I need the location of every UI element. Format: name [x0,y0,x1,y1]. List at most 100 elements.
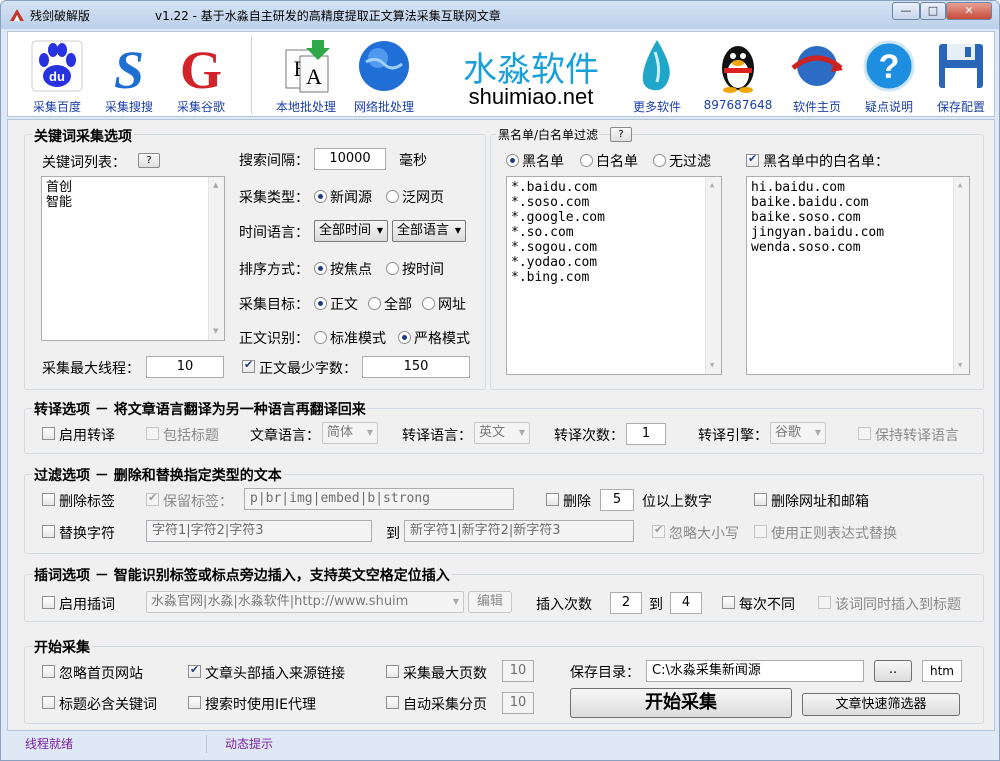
to-lang-label: 转译语言： [402,428,472,444]
white-in-black-checkbox[interactable] [746,152,759,167]
save-config-button[interactable]: 保存配置 [928,32,994,118]
lang-select[interactable]: 全部语言 [392,220,466,242]
insert-edit-button[interactable]: 编辑 [468,591,512,613]
baidu-button[interactable]: du 采集百度 [24,32,90,118]
engine-label: 转译引擎： [698,428,768,444]
max-pages-label: 采集最大页数 [403,666,487,682]
del-digits-checkbox[interactable] [546,493,559,506]
sort-time-label: 按时间 [402,262,444,278]
blacklist-scrollbar[interactable] [705,177,721,374]
auto-pages-checkbox[interactable] [386,696,399,709]
help-button[interactable]: ? 疑点说明 [856,32,922,118]
target-url-radio[interactable] [422,297,435,310]
insert-src-checkbox[interactable] [188,663,201,678]
ignore-home-checkbox[interactable] [42,665,55,678]
insert-from-input[interactable]: 2 [610,592,642,614]
blacklist-radio[interactable] [506,154,519,167]
replace-to-input[interactable]: 新字符1|新字符2|新字符3 [404,520,634,542]
keyword-scrollbar[interactable] [208,177,224,340]
del-tags-label: 删除标签 [59,494,115,510]
sort-time-radio[interactable] [386,262,399,275]
auto-pages-input[interactable]: 10 [502,692,534,714]
interval-label: 搜索间隔： [239,153,309,169]
keyword-group-title: 关键词采集选项 [32,126,134,146]
whitelist-scrollbar[interactable] [953,177,969,374]
each-diff-checkbox[interactable] [722,596,735,609]
ie-proxy-checkbox[interactable] [188,696,201,709]
target-body-radio[interactable] [314,297,327,310]
save-dir-input[interactable]: C:\水淼采集新闻源 [646,660,864,682]
keyword-textarea[interactable]: 首创 智能 [41,176,225,341]
type-web-label: 泛网页 [402,190,444,206]
main-panel: 关键词采集选项 关键词列表： ? 首创 智能 采集最大线程： 10 搜索间隔： … [7,119,995,731]
keep-tags-checkbox[interactable] [146,491,159,506]
time-select[interactable]: 全部时间 [314,220,388,242]
del-digits-label: 删除 [563,494,591,510]
net-batch-button[interactable]: 网络批处理 [348,32,420,118]
min-chars-input[interactable]: 150 [362,356,470,378]
translate-enable-checkbox[interactable] [42,427,55,440]
ext-input[interactable]: htm [922,660,962,682]
blacklist-textarea[interactable]: *.baidu.com *.soso.com *.google.com *.so… [506,176,722,375]
max-pages-input[interactable]: 10 [502,660,534,682]
filter-help-icon[interactable]: ? [610,127,632,142]
insert-to-input[interactable]: 4 [670,592,702,614]
recog-std-radio[interactable] [314,331,327,344]
recog-strict-label: 严格模式 [414,331,470,347]
blacklist-line: *.soso.com [511,195,590,210]
digits-input[interactable]: 5 [600,489,634,511]
nofilter-label: 无过滤 [669,154,711,170]
min-chars-checkbox[interactable] [242,358,255,373]
insert-words-select[interactable]: 水淼官网|水淼|水淼软件|http://www.shuim [146,591,464,613]
maximize-button[interactable]: □ [920,2,946,20]
browse-button[interactable]: .. [874,660,912,682]
title-kw-checkbox[interactable] [42,696,55,709]
into-title-checkbox[interactable] [818,596,831,609]
replace-from-input[interactable]: 字符1|字符2|字符3 [146,520,372,542]
max-threads-input[interactable]: 10 [146,356,224,378]
translate-title-checkbox[interactable] [146,427,159,440]
minimize-button[interactable]: — [892,2,920,20]
whitelist-radio[interactable] [580,154,593,167]
engine-select[interactable]: 谷歌 [770,422,826,444]
max-pages-checkbox[interactable] [386,665,399,678]
local-batch-button[interactable]: BA 本地批处理 [270,32,342,118]
translate-enable-label: 启用转译 [59,428,115,444]
del-tags-checkbox[interactable] [42,493,55,506]
target-all-radio[interactable] [368,297,381,310]
art-lang-label: 文章语言： [250,428,320,444]
close-button[interactable]: ✕ [946,2,992,20]
start-button[interactable]: 开始采集 [570,688,792,718]
to-lang-select[interactable]: 英文 [474,422,530,444]
translate-group-title: 转译选项 － 将文章语言翻译为另一种语言再翻译回来 [32,399,368,419]
art-lang-select[interactable]: 简体 [322,422,378,444]
insert-enable-checkbox[interactable] [42,596,55,609]
google-button[interactable]: G 采集谷歌 [168,32,234,118]
times-input[interactable]: 1 [626,423,666,445]
del-url-checkbox[interactable] [754,493,767,506]
keep-lang-checkbox[interactable] [858,427,871,440]
save-dir-label: 保存目录： [570,665,640,681]
replace-checkbox[interactable] [42,525,55,538]
type-news-radio[interactable] [314,190,327,203]
quick-filter-button[interactable]: 文章快速筛选器 [802,693,960,716]
sort-focus-radio[interactable] [314,262,327,275]
more-software-button[interactable]: 更多软件 [624,32,690,118]
keyword-help-icon[interactable]: ? [138,153,160,168]
nofilter-radio[interactable] [653,154,666,167]
baidu-label: 采集百度 [32,100,81,114]
interval-input[interactable]: 10000 [314,148,386,170]
qq-button[interactable]: 897687648 [702,32,774,118]
regex-checkbox[interactable] [754,525,767,538]
recog-label: 正文识别： [239,331,309,347]
recog-strict-radio[interactable] [398,331,411,344]
sogou-button[interactable]: S 采集搜搜 [96,32,162,118]
type-web-radio[interactable] [386,190,399,203]
homepage-button[interactable]: 软件主页 [784,32,850,118]
insert-to-label: 到 [649,597,663,613]
globe-icon [359,41,409,91]
ignore-case-checkbox[interactable] [652,523,665,538]
whitelist-textarea[interactable]: hi.baidu.com baike.baidu.com baike.soso.… [746,176,970,375]
keep-tags-input[interactable]: p|br|img|embed|b|strong [244,488,514,510]
keyword-line: 智能 [46,195,73,210]
